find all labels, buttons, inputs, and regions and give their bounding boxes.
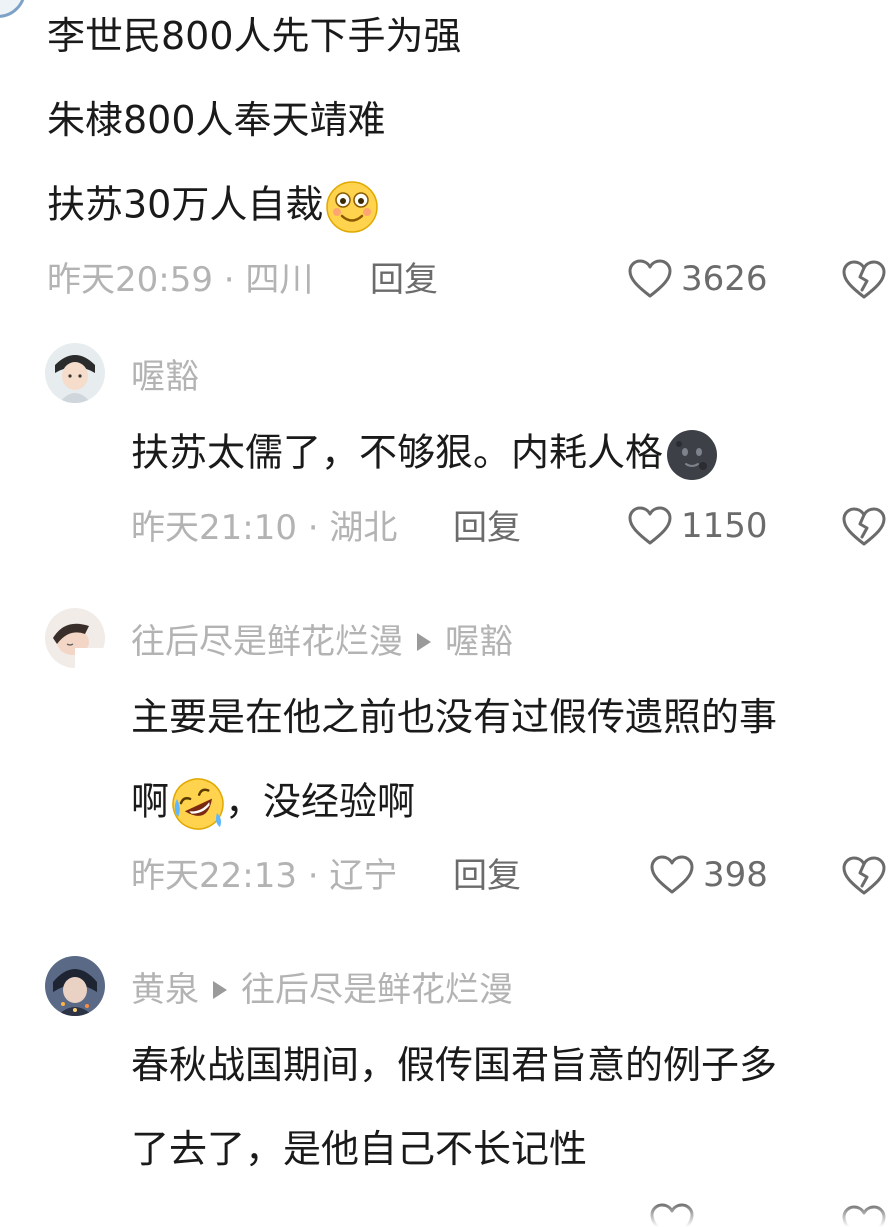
username[interactable]: 黄泉 往后尽是鲜花烂漫 <box>131 968 513 1012</box>
rolling-laughing-emoji <box>172 778 224 830</box>
like-button[interactable]: 398 <box>649 851 768 899</box>
comment-text-line: 主要是在他之前也没有过假传遗照的事 <box>131 695 778 739</box>
reply-button[interactable]: 回复 <box>453 854 521 898</box>
dislike-icon[interactable] <box>840 504 888 548</box>
comment-text-line: 李世民800人先下手为强 <box>47 14 462 58</box>
reply-arrow-icon <box>417 633 431 651</box>
flushed-smile-emoji <box>326 181 379 233</box>
like-button[interactable]: 1150 <box>627 502 768 550</box>
bottom-fade <box>0 1203 889 1227</box>
avatar[interactable] <box>45 956 105 1016</box>
reply-to-username: 往后尽是鲜花烂漫 <box>241 970 513 1010</box>
username[interactable]: 往后尽是鲜花烂漫 喔豁 <box>131 620 513 664</box>
comment-meta: 昨天22:13 · 辽宁 <box>131 856 398 896</box>
heart-icon <box>628 259 672 298</box>
username-text: 喔豁 <box>131 357 199 397</box>
comment-text: 扶苏30万人自裁 <box>47 182 324 227</box>
comment-text-line: 了去了，是他自己不长记性 <box>131 1127 588 1171</box>
comment-meta: 昨天21:10 · 湖北 <box>131 508 398 548</box>
dislike-icon[interactable] <box>840 853 888 897</box>
reply-to-username: 喔豁 <box>445 622 513 662</box>
comment-thread: 李世民800人先下手为强 朱棣800人奉天靖难 扶苏30万人自裁 昨天20:59… <box>0 0 889 1227</box>
comment-text: ，没经验啊 <box>225 779 416 824</box>
username-text: 黄泉 <box>131 970 199 1010</box>
like-count: 398 <box>703 855 768 895</box>
comment-text-line: 春秋战国期间，假传国君旨意的例子多 <box>131 1043 778 1087</box>
reply-button[interactable]: 回复 <box>453 506 521 550</box>
avatar[interactable] <box>45 343 105 403</box>
username[interactable]: 喔豁 <box>131 355 199 399</box>
like-count: 1150 <box>681 506 768 546</box>
comment-text-line: 扶苏30万人自裁 <box>47 180 379 234</box>
comment-text-line: 啊 ，没经验啊 <box>131 777 415 831</box>
new-moon-face-emoji <box>667 430 718 480</box>
like-button[interactable]: 3626 <box>627 255 768 303</box>
heart-icon <box>628 506 672 545</box>
comment-text: 扶苏太儒了，不够狠。内耗人格 <box>131 430 664 475</box>
comment-text-line: 朱棣800人奉天靖难 <box>47 98 386 142</box>
dislike-icon[interactable] <box>840 257 888 301</box>
comment-text-line: 扶苏太儒了，不够狠。内耗人格 <box>131 428 719 482</box>
reply-button[interactable]: 回复 <box>370 258 438 302</box>
heart-icon <box>650 855 694 894</box>
avatar[interactable] <box>0 0 26 18</box>
username-text: 往后尽是鲜花烂漫 <box>131 622 403 662</box>
reply-arrow-icon <box>213 981 227 999</box>
comment-meta: 昨天20:59 · 四川 <box>47 260 314 300</box>
avatar[interactable] <box>45 608 105 668</box>
comment-text: 啊 <box>131 779 170 824</box>
like-count: 3626 <box>681 259 768 299</box>
